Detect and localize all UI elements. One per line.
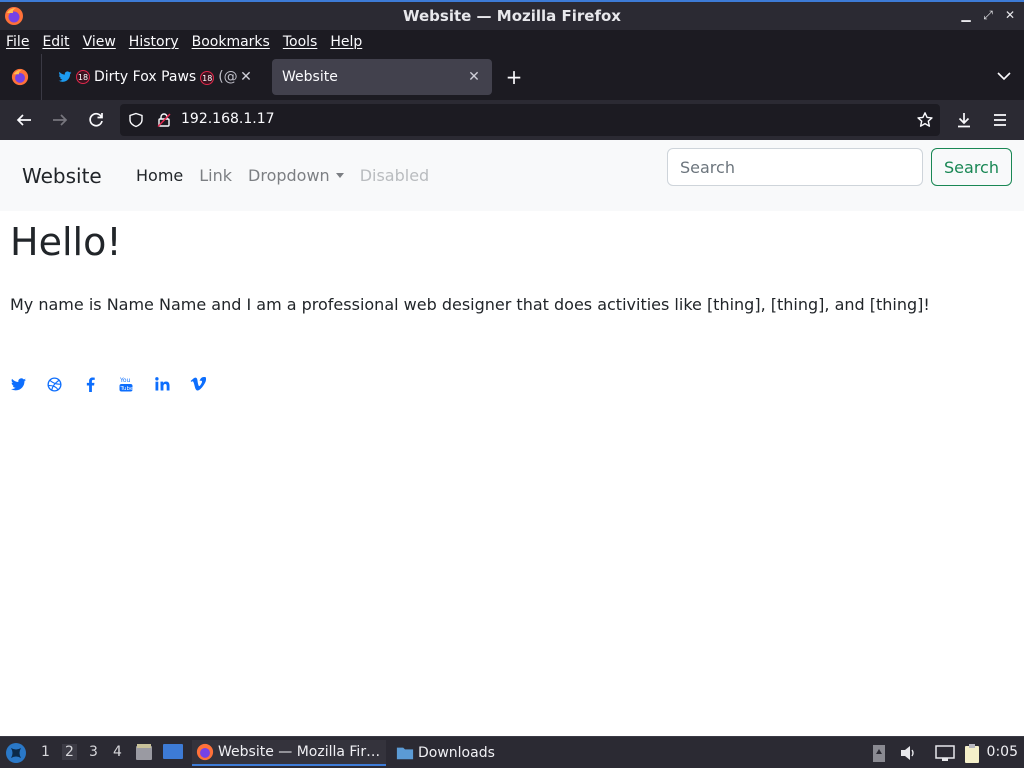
menu-tools[interactable]: Tools bbox=[283, 34, 318, 50]
twitter-icon[interactable] bbox=[10, 376, 26, 392]
reload-icon[interactable] bbox=[86, 110, 106, 130]
search-input[interactable] bbox=[667, 148, 923, 186]
taskbar-app-downloads[interactable]: Downloads bbox=[392, 740, 495, 766]
tab-dirty-fox-paws[interactable]: 18 Dirty Fox Paws18(@fo ✕ bbox=[48, 59, 264, 95]
start-menu-icon[interactable] bbox=[5, 742, 27, 764]
vimeo-icon[interactable] bbox=[190, 376, 206, 392]
close-icon[interactable]: ✕ bbox=[1004, 8, 1016, 22]
folder-icon bbox=[396, 747, 414, 760]
taskbar-app-label: Downloads bbox=[418, 745, 495, 761]
menu-edit[interactable]: Edit bbox=[42, 34, 69, 50]
workspace-1[interactable]: 1 bbox=[41, 744, 50, 760]
svg-text:Tube: Tube bbox=[120, 386, 134, 392]
menu-bar: File Edit View History Bookmarks Tools H… bbox=[0, 30, 1024, 54]
window-titlebar: Website — Mozilla Firefox ▁ ⤢ ✕ bbox=[0, 0, 1024, 30]
taskbar-app-label: Website — Mozilla Fir… bbox=[218, 744, 381, 760]
taskbar-app-firefox[interactable]: Website — Mozilla Fir… bbox=[192, 740, 386, 766]
back-arrow-icon[interactable] bbox=[14, 110, 34, 130]
menu-file[interactable]: File bbox=[6, 34, 29, 50]
tab-strip: 18 Dirty Fox Paws18(@fo ✕ Website ✕ + bbox=[0, 54, 1024, 100]
facebook-icon[interactable] bbox=[82, 376, 98, 392]
pinned-tab-firefox[interactable] bbox=[0, 54, 42, 100]
navbar-brand[interactable]: Website bbox=[22, 164, 102, 188]
nav-dropdown[interactable]: Dropdown bbox=[248, 166, 344, 185]
nav-dropdown-label: Dropdown bbox=[248, 166, 330, 185]
nav-disabled: Disabled bbox=[359, 166, 430, 185]
twitter-bird-icon bbox=[58, 71, 72, 82]
menu-help[interactable]: Help bbox=[330, 34, 362, 50]
tab-title: Website bbox=[282, 69, 338, 85]
nav-home[interactable]: Home bbox=[136, 166, 183, 185]
download-icon[interactable] bbox=[954, 110, 974, 130]
dribbble-icon[interactable] bbox=[46, 376, 62, 392]
menu-history[interactable]: History bbox=[129, 34, 179, 50]
age-badge-icon: 18 bbox=[200, 71, 215, 86]
tab-close-icon[interactable]: ✕ bbox=[466, 69, 482, 85]
desktop-icon[interactable] bbox=[162, 742, 184, 762]
shield-icon[interactable] bbox=[128, 112, 144, 128]
workspace-3[interactable]: 3 bbox=[89, 744, 98, 760]
hamburger-menu-icon[interactable] bbox=[990, 110, 1010, 130]
web-page: Website Home Link Dropdown Disabled Sear… bbox=[0, 140, 1024, 736]
new-tab-icon[interactable]: + bbox=[503, 66, 525, 88]
tab-title: Dirty Fox Paws bbox=[94, 68, 197, 85]
youtube-icon[interactable]: You Tube bbox=[118, 376, 134, 392]
forward-arrow-icon[interactable] bbox=[50, 110, 70, 130]
firefox-logo-icon bbox=[196, 743, 214, 761]
search-button[interactable]: Search bbox=[931, 148, 1012, 186]
workspace-4[interactable]: 4 bbox=[113, 744, 122, 760]
caret-down-icon bbox=[335, 172, 344, 178]
chevron-down-icon[interactable] bbox=[996, 68, 1012, 84]
file-manager-icon[interactable] bbox=[134, 742, 154, 762]
menu-view[interactable]: View bbox=[83, 34, 116, 50]
social-links: You Tube bbox=[10, 376, 226, 392]
svg-text:You: You bbox=[119, 377, 131, 384]
linkedin-icon[interactable] bbox=[154, 376, 170, 392]
age-badge-icon: 18 bbox=[76, 70, 90, 84]
url-text: 192.168.1.17 bbox=[181, 111, 275, 127]
intro-text: My name is Name Name and I am a professi… bbox=[10, 295, 930, 314]
volume-icon[interactable] bbox=[898, 743, 918, 763]
tab-website[interactable]: Website ✕ bbox=[272, 59, 492, 95]
battery-icon[interactable] bbox=[872, 743, 886, 763]
bookmark-star-icon[interactable] bbox=[916, 111, 934, 129]
window-title: Website — Mozilla Firefox bbox=[403, 7, 621, 25]
network-icon[interactable] bbox=[934, 743, 956, 763]
page-heading: Hello! bbox=[10, 220, 122, 264]
taskbar: 1 2 3 4 Website — Mozilla Fir… Downloads bbox=[0, 736, 1024, 768]
lock-icon[interactable] bbox=[156, 112, 172, 128]
tab-close-icon[interactable]: ✕ bbox=[238, 69, 254, 85]
url-bar[interactable]: 192.168.1.17 bbox=[120, 104, 940, 136]
tab-title-suffix: (@fo bbox=[218, 68, 238, 85]
minimize-icon[interactable]: ▁ bbox=[960, 8, 972, 22]
browser-toolbar: 192.168.1.17 bbox=[0, 100, 1024, 140]
restore-icon[interactable]: ⤢ bbox=[982, 8, 994, 22]
clock: 0:05 bbox=[986, 744, 1018, 760]
firefox-logo-icon bbox=[11, 68, 29, 86]
clipboard-icon[interactable] bbox=[962, 743, 982, 765]
nav-link[interactable]: Link bbox=[199, 166, 232, 185]
site-navbar: Website Home Link Dropdown Disabled Sear… bbox=[0, 140, 1024, 211]
menu-bookmarks[interactable]: Bookmarks bbox=[192, 34, 270, 50]
workspace-2[interactable]: 2 bbox=[62, 744, 77, 760]
